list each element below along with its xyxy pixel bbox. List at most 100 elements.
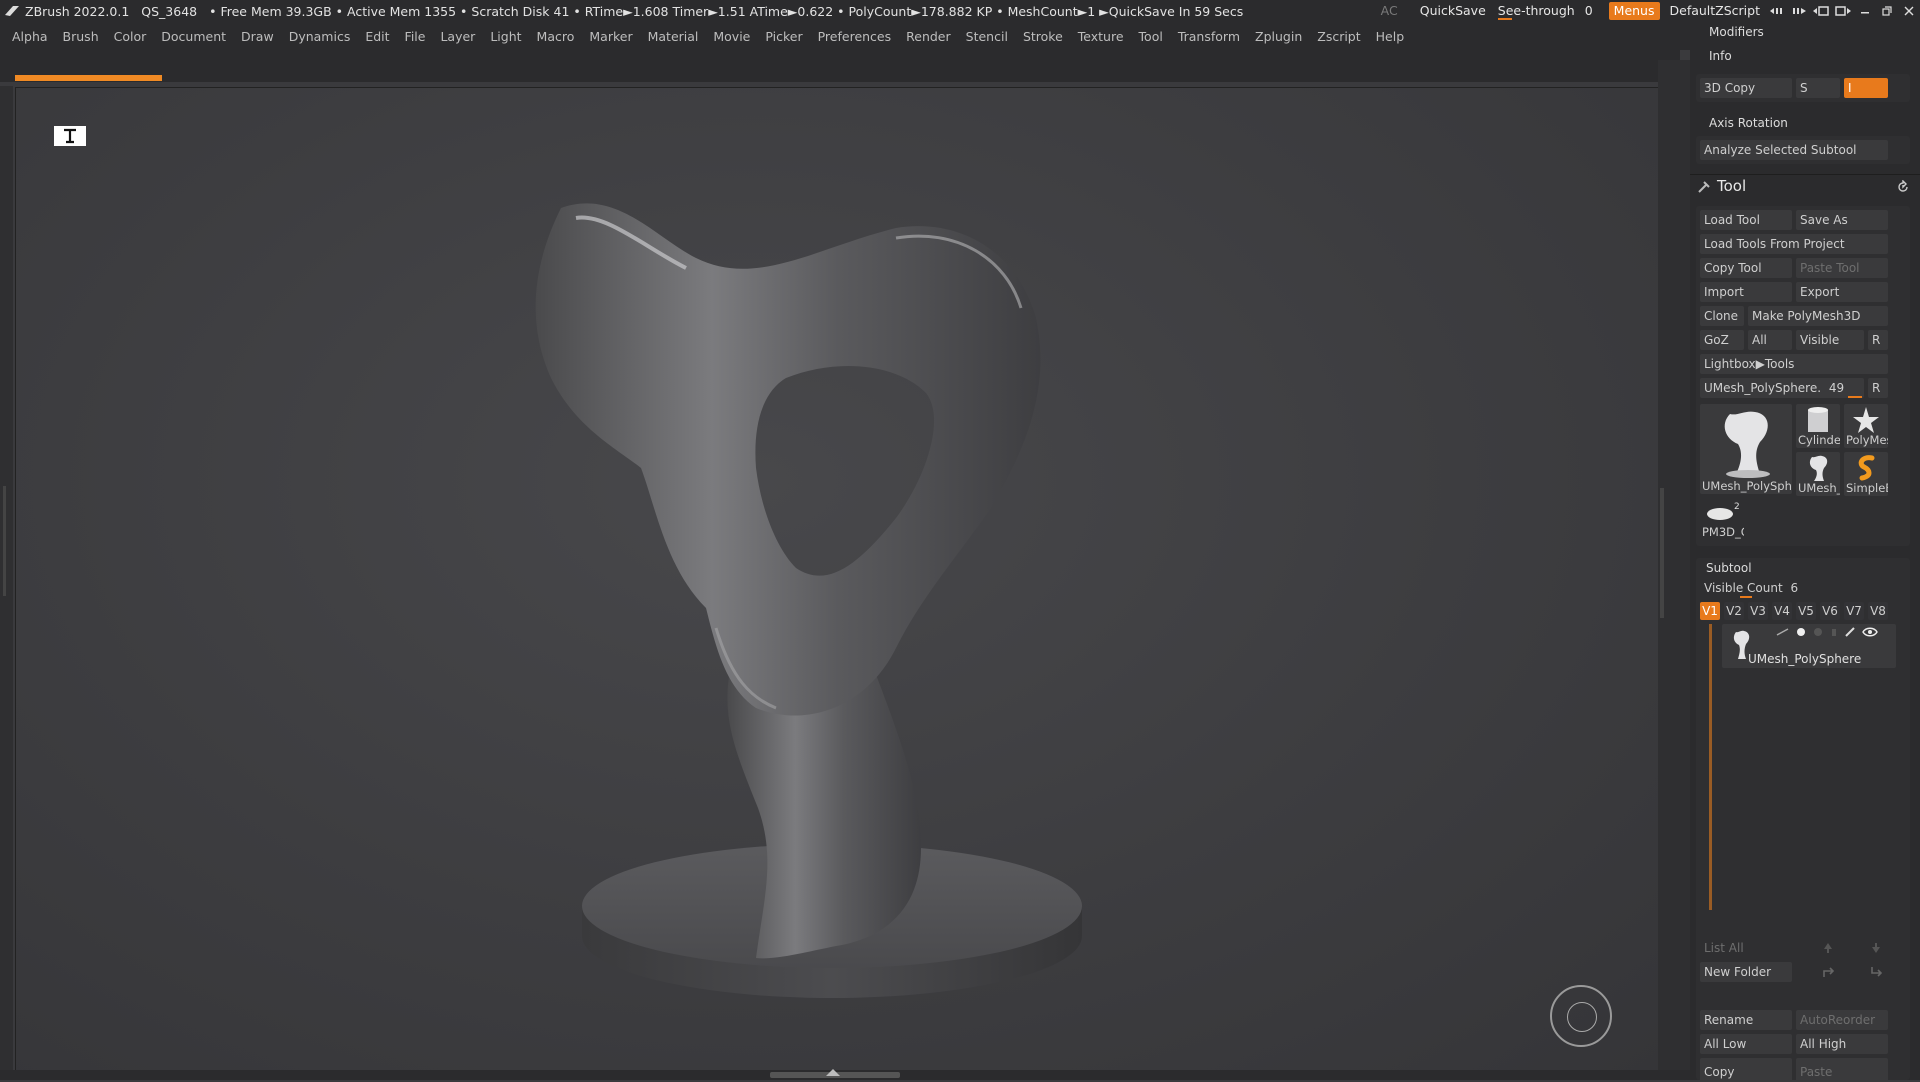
tool-thumb-cylinder[interactable]: Cylinder	[1796, 404, 1840, 448]
bottom-tray-handle[interactable]	[770, 1069, 900, 1078]
export-button[interactable]: Export	[1796, 282, 1888, 302]
menu-picker[interactable]: Picker	[765, 29, 802, 44]
close-icon[interactable]	[1898, 0, 1920, 22]
move-down-icon[interactable]	[1870, 966, 1884, 978]
move-up-icon[interactable]	[1822, 966, 1836, 978]
clone-button[interactable]: Clone	[1700, 306, 1744, 326]
rename-button[interactable]: Rename	[1700, 1010, 1792, 1030]
restore-icon[interactable]	[1876, 0, 1898, 22]
menu-stroke[interactable]: Stroke	[1023, 29, 1063, 44]
copy3d-button[interactable]: 3D Copy	[1700, 78, 1792, 98]
paste-tool-button[interactable]: Paste Tool	[1796, 258, 1888, 278]
see-through-slider[interactable]: See-through 0	[1492, 2, 1599, 20]
dock-palette-icon[interactable]	[1832, 0, 1854, 22]
import-button[interactable]: Import	[1700, 282, 1792, 302]
menu-document[interactable]: Document	[161, 29, 226, 44]
edit-brush-icon[interactable]	[1844, 627, 1858, 637]
analyze-subtool-button[interactable]: Analyze Selected Subtool	[1700, 140, 1888, 160]
menu-draw[interactable]: Draw	[241, 29, 274, 44]
eye-icon[interactable]	[1862, 626, 1878, 638]
goz-r-button[interactable]: R	[1868, 330, 1888, 350]
menu-edit[interactable]: Edit	[365, 29, 389, 44]
left-tray-handle[interactable]	[3, 486, 6, 596]
ac-button[interactable]: AC	[1375, 0, 1404, 22]
modifiers-label[interactable]: Modifiers	[1709, 25, 1764, 39]
menu-macro[interactable]: Macro	[537, 29, 575, 44]
copy3d-s-button[interactable]: S	[1796, 78, 1840, 98]
reset-icon[interactable]	[1896, 180, 1910, 194]
arrow-down-icon[interactable]	[1870, 942, 1882, 954]
make-polymesh-button[interactable]: Make PolyMesh3D	[1748, 306, 1888, 326]
load-from-project-button[interactable]: Load Tools From Project	[1700, 234, 1888, 254]
menu-brush[interactable]: Brush	[63, 29, 99, 44]
menu-alpha[interactable]: Alpha	[12, 29, 48, 44]
menu-texture[interactable]: Texture	[1078, 29, 1124, 44]
default-zscript-button[interactable]: DefaultZScript	[1664, 0, 1767, 22]
tab-v3[interactable]: V3	[1748, 602, 1768, 620]
all-high-button[interactable]: All High	[1796, 1034, 1888, 1054]
subtool-list[interactable]: UMesh_PolySphere	[1696, 624, 1910, 914]
menu-tool[interactable]: Tool	[1139, 29, 1163, 44]
menu-material[interactable]: Material	[648, 29, 699, 44]
tool-thumb-polymesh[interactable]: PolyMes	[1844, 404, 1888, 448]
current-tool-slider[interactable]: UMesh_PolySphere. 49	[1700, 378, 1864, 398]
polypaint-toggle-icon[interactable]	[1794, 627, 1808, 637]
tab-v6[interactable]: V6	[1820, 602, 1840, 620]
float-palette-icon[interactable]	[1810, 0, 1832, 22]
goz-all-button[interactable]: All	[1748, 330, 1792, 350]
new-folder-button[interactable]: New Folder	[1700, 962, 1792, 982]
navigation-gizmo[interactable]	[1550, 985, 1612, 1047]
menu-marker[interactable]: Marker	[589, 29, 632, 44]
tab-v8[interactable]: V8	[1868, 602, 1888, 620]
copy-tool-button[interactable]: Copy Tool	[1700, 258, 1792, 278]
subtool-title[interactable]: Subtool	[1706, 561, 1752, 575]
menu-movie[interactable]: Movie	[713, 29, 750, 44]
tab-v7[interactable]: V7	[1844, 602, 1864, 620]
tab-v4[interactable]: V4	[1772, 602, 1792, 620]
tool-thumb-umesh-small[interactable]: UMesh_	[1796, 452, 1840, 496]
tool-thumb-pm3d[interactable]: 2 PM3D_C	[1700, 500, 1744, 540]
copy3d-i-button[interactable]: I	[1844, 78, 1888, 98]
layout-prev-icon[interactable]	[1766, 0, 1788, 22]
arrow-up-icon[interactable]	[1822, 942, 1834, 954]
brush-subtool-icon[interactable]	[1776, 628, 1790, 636]
all-low-button[interactable]: All Low	[1700, 1034, 1792, 1054]
axis-rotation-label[interactable]: Axis Rotation	[1709, 116, 1788, 130]
menu-file[interactable]: File	[405, 29, 426, 44]
tool-palette-header[interactable]: Tool	[1690, 174, 1920, 199]
menu-zplugin[interactable]: Zplugin	[1255, 29, 1302, 44]
tab-v1[interactable]: V1	[1700, 602, 1720, 620]
load-tool-button[interactable]: Load Tool	[1700, 210, 1792, 230]
copy-subtool-button[interactable]: Copy	[1700, 1062, 1792, 1082]
axis-gizmo-icon[interactable]	[54, 126, 86, 146]
layout-next-icon[interactable]	[1788, 0, 1810, 22]
list-all-button[interactable]: List All	[1700, 938, 1792, 958]
minimize-icon[interactable]	[1854, 0, 1876, 22]
goz-button[interactable]: GoZ	[1700, 330, 1744, 350]
lightbox-tools-button[interactable]: Lightbox▶Tools	[1700, 354, 1888, 374]
tool-thumb-umesh-polysphere[interactable]: UMesh_PolySphe	[1700, 404, 1792, 494]
menu-preferences[interactable]: Preferences	[818, 29, 892, 44]
menus-button[interactable]: Menus	[1608, 2, 1660, 20]
current-tool-r-button[interactable]: R	[1868, 378, 1888, 398]
autoreorder-button[interactable]: AutoReorder	[1796, 1010, 1888, 1030]
menu-render[interactable]: Render	[906, 29, 951, 44]
document-canvas[interactable]	[15, 87, 1659, 1071]
menu-layer[interactable]: Layer	[440, 29, 475, 44]
paste-subtool-button[interactable]: Paste	[1796, 1062, 1888, 1082]
lock-toggle-icon[interactable]	[1828, 627, 1840, 637]
menu-color[interactable]: Color	[114, 29, 147, 44]
menu-zscript[interactable]: Zscript	[1317, 29, 1360, 44]
visible-count-slider[interactable]: Visible Count 6	[1700, 578, 1888, 598]
menu-stencil[interactable]: Stencil	[966, 29, 1008, 44]
tool-thumb-simplebrush[interactable]: SimpleB	[1844, 452, 1888, 496]
save-as-button[interactable]: Save As	[1796, 210, 1888, 230]
tab-v5[interactable]: V5	[1796, 602, 1816, 620]
goz-visible-button[interactable]: Visible	[1796, 330, 1864, 350]
quicksave-button[interactable]: QuickSave	[1414, 0, 1492, 22]
info-label[interactable]: Info	[1709, 49, 1732, 63]
menu-light[interactable]: Light	[490, 29, 521, 44]
dynamic-toggle-icon[interactable]	[1812, 627, 1824, 637]
menu-help[interactable]: Help	[1376, 29, 1405, 44]
subtool-item[interactable]: UMesh_PolySphere	[1722, 624, 1896, 668]
